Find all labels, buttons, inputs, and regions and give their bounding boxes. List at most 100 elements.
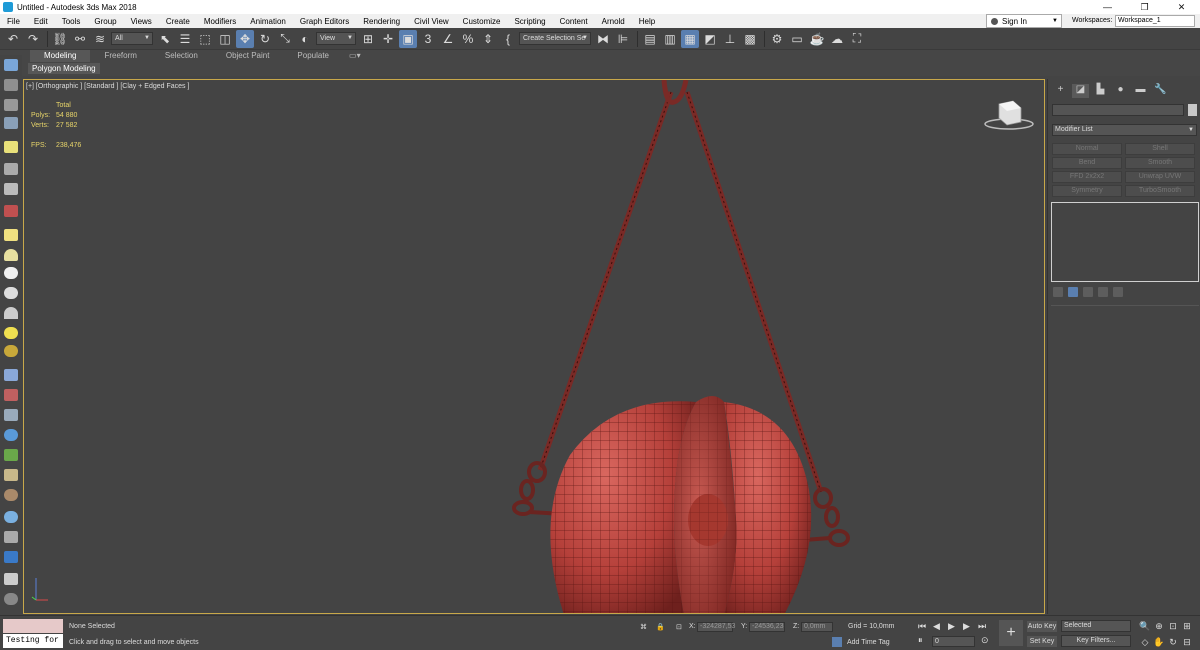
zoom-extents-all-icon[interactable]: ⊞: [1180, 621, 1194, 632]
place-icon[interactable]: ◐: [296, 30, 314, 48]
close-button[interactable]: ✕: [1163, 0, 1200, 14]
globe-icon[interactable]: [4, 429, 18, 441]
absolute-mode-icon[interactable]: ⊡: [676, 623, 682, 631]
reflection-sphere-icon[interactable]: [4, 511, 18, 523]
rendered-frame-window-icon[interactable]: ▭: [788, 30, 806, 48]
modifier-normal-button[interactable]: Normal: [1052, 143, 1122, 155]
modifier-unwrap-uvw-button[interactable]: Unwrap UVW: [1125, 171, 1195, 183]
modifier-turbosmooth-button[interactable]: TurboSmooth: [1125, 185, 1195, 197]
select-object-icon[interactable]: ⬉: [156, 30, 174, 48]
list-icon[interactable]: [4, 99, 18, 111]
named-selection-select[interactable]: Create Selection Se ▼: [519, 32, 591, 45]
object-name-field[interactable]: [1052, 104, 1184, 116]
menu-content[interactable]: Content: [553, 17, 595, 26]
x-coordinate-field[interactable]: -324287,53: [697, 622, 735, 632]
modifier-list-select[interactable]: Modifier List ▼: [1052, 124, 1197, 136]
align-icon[interactable]: ⊫: [614, 30, 632, 48]
ribbon-toggle-icon[interactable]: ▦: [681, 29, 699, 48]
maximize-viewport-icon[interactable]: ⊟: [1180, 637, 1194, 648]
menu-scripting[interactable]: Scripting: [507, 17, 552, 26]
pin-stack-icon[interactable]: [1053, 287, 1063, 297]
menu-graph-editors[interactable]: Graph Editors: [293, 17, 356, 26]
menu-group[interactable]: Group: [87, 17, 123, 26]
menu-modifiers[interactable]: Modifiers: [197, 17, 243, 26]
menu-edit[interactable]: Edit: [27, 17, 55, 26]
show-end-result-icon[interactable]: [1068, 287, 1078, 297]
key-mode-icon[interactable]: ⊙: [981, 635, 989, 646]
modifier-smooth-button[interactable]: Smooth: [1125, 157, 1195, 169]
tab-selection[interactable]: Selection: [151, 50, 212, 62]
menu-arnold[interactable]: Arnold: [595, 17, 632, 26]
material-icon[interactable]: [4, 345, 18, 357]
ribbon-options-icon[interactable]: ▭▾: [343, 50, 367, 62]
utilities-tab-icon[interactable]: 🔧: [1152, 84, 1169, 98]
modifier-shell-button[interactable]: Shell: [1125, 143, 1195, 155]
table-icon[interactable]: [4, 117, 18, 129]
tab-populate[interactable]: Populate: [283, 50, 343, 62]
unlink-icon[interactable]: ⚯: [71, 30, 89, 48]
dome-icon[interactable]: [4, 249, 18, 261]
keyboard-shortcut-override-icon[interactable]: ▣: [399, 29, 417, 48]
key-filters-button[interactable]: Key Filters...: [1061, 635, 1131, 647]
menu-tools[interactable]: Tools: [55, 17, 88, 26]
hierarchy-tab-icon[interactable]: ▙: [1092, 84, 1109, 98]
layer-explorer-icon[interactable]: ▥: [661, 30, 679, 48]
space-warp-icon[interactable]: [4, 205, 18, 217]
motion-tab-icon[interactable]: ●: [1112, 84, 1129, 98]
angle-snap-icon[interactable]: ∠: [439, 30, 457, 48]
curve-editor-icon[interactable]: ◩: [701, 30, 719, 48]
modifier-stack[interactable]: [1051, 202, 1199, 282]
modifier-bend-button[interactable]: Bend: [1052, 157, 1122, 169]
material-editor-icon[interactable]: ▩: [741, 30, 759, 48]
tape-icon[interactable]: [4, 489, 18, 501]
rect-selection-icon[interactable]: ⬚: [196, 30, 214, 48]
select-move-icon[interactable]: ✥: [236, 29, 254, 48]
make-unique-icon[interactable]: [1083, 287, 1093, 297]
maxscript-listener-swatch[interactable]: [3, 619, 63, 633]
auto-key-button[interactable]: Auto Key: [1027, 621, 1057, 632]
container-icon[interactable]: [4, 531, 18, 543]
minimize-button[interactable]: —: [1089, 0, 1126, 14]
manipulate-icon[interactable]: ✛: [379, 30, 397, 48]
select-by-name-icon[interactable]: ☰: [176, 30, 194, 48]
go-to-end-icon[interactable]: ⏭: [978, 621, 986, 632]
pivot-center-icon[interactable]: ⊞: [359, 30, 377, 48]
cone-icon[interactable]: [4, 307, 18, 319]
workspace-select[interactable]: Workspace_1: [1115, 15, 1195, 27]
polygon-modeling-label[interactable]: Polygon Modeling: [28, 63, 100, 74]
render-production-icon[interactable]: ☕: [808, 30, 826, 48]
zoom-all-icon[interactable]: ⊕: [1152, 621, 1166, 632]
next-frame-icon[interactable]: ▶: [963, 621, 970, 632]
field-of-view-icon[interactable]: ◇: [1138, 637, 1152, 648]
add-time-tag-button[interactable]: Add Time Tag: [832, 637, 890, 647]
torus-icon[interactable]: [4, 287, 18, 299]
orbit-icon[interactable]: ↻: [1166, 637, 1180, 648]
maxscript-mini-listener[interactable]: Testing for :: [3, 634, 63, 648]
display-tab-icon[interactable]: ▬: [1132, 84, 1149, 98]
reference-coordinate-select[interactable]: View ▼: [316, 32, 356, 45]
hair-icon[interactable]: [4, 469, 18, 481]
sphere-icon[interactable]: [4, 267, 18, 279]
window-crossing-icon[interactable]: ◫: [216, 30, 234, 48]
previous-frame-icon[interactable]: ◀: [933, 621, 940, 632]
isolate-selection-icon[interactable]: ⌘: [640, 623, 647, 631]
render-cloud-icon[interactable]: ☁: [828, 30, 846, 48]
snap-3d-icon[interactable]: 3: [419, 30, 437, 48]
character-icon[interactable]: [4, 409, 18, 421]
foliage-icon[interactable]: [4, 449, 18, 461]
remove-modifier-icon[interactable]: [1098, 287, 1108, 297]
viewport[interactable]: [+] [Orthographic ] [Standard ] [Clay + …: [23, 79, 1045, 614]
tab-modeling[interactable]: Modeling: [30, 50, 91, 62]
schematic-view-icon[interactable]: ⊥: [721, 30, 739, 48]
modify-tab-icon[interactable]: ◪: [1072, 84, 1089, 98]
selection-filter-select[interactable]: All ▼: [111, 32, 153, 45]
select-rotate-icon[interactable]: ↻: [256, 30, 274, 48]
menu-create[interactable]: Create: [159, 17, 197, 26]
maximize-button[interactable]: ❐: [1126, 0, 1163, 14]
menu-animation[interactable]: Animation: [243, 17, 293, 26]
help-icon[interactable]: [4, 593, 18, 605]
set-key-button[interactable]: Set Key: [1027, 636, 1057, 647]
scene-explorer-icon[interactable]: ▤: [641, 30, 659, 48]
render-setup-icon[interactable]: ⚙: [768, 30, 786, 48]
zoom-extents-icon[interactable]: ⊡: [1166, 621, 1180, 632]
